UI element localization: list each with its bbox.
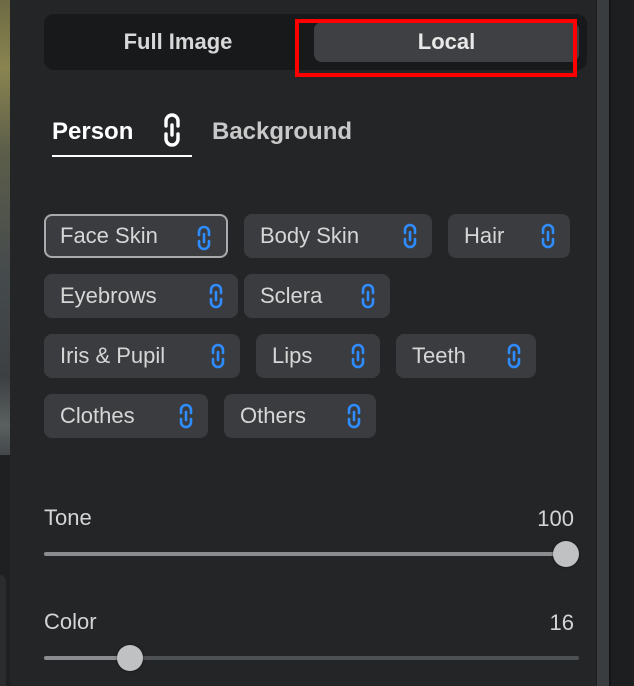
region-chip-label: Teeth — [412, 343, 466, 368]
region-chip-lips[interactable]: Lips — [256, 334, 380, 378]
link-icon[interactable] — [348, 343, 368, 375]
region-chip-teeth[interactable]: Teeth — [396, 334, 536, 378]
link-icon[interactable] — [358, 283, 378, 315]
region-chip-label: Lips — [272, 343, 313, 368]
link-icon[interactable] — [344, 403, 364, 435]
link-icon[interactable] — [206, 283, 226, 315]
region-chip-others[interactable]: Others — [224, 394, 376, 438]
region-chip-label: Sclera — [260, 283, 323, 308]
tone-label: Tone — [44, 505, 92, 530]
region-chip-iris-pupil[interactable]: Iris & Pupil — [44, 334, 240, 378]
region-chip-face-skin[interactable]: Face Skin — [44, 214, 228, 258]
right-scroll-rail — [596, 0, 634, 686]
tone-slider-thumb[interactable] — [553, 541, 579, 567]
adjustment-panel: Full Image Local Person Background Face … — [10, 0, 596, 686]
color-slider-track[interactable] — [44, 645, 579, 671]
scrollbar[interactable] — [597, 0, 609, 686]
tab-person-label: Person — [52, 118, 134, 145]
region-chip-label: Iris & Pupil — [60, 343, 166, 368]
color-label: Color — [44, 609, 97, 634]
region-chip-eyebrows[interactable]: Eyebrows — [44, 274, 238, 318]
color-value: 16 — [549, 610, 574, 635]
color-slider-thumb[interactable] — [117, 645, 143, 671]
region-chip-label: Body Skin — [260, 223, 360, 248]
tone-value: 100 — [537, 506, 574, 531]
region-chip-clothes[interactable]: Clothes — [44, 394, 208, 438]
link-icon[interactable] — [194, 225, 214, 257]
region-chip-hair[interactable]: Hair — [448, 214, 570, 258]
full-image-button[interactable]: Full Image — [44, 22, 312, 62]
region-chip-label: Face Skin — [60, 223, 158, 248]
region-chip-label: Clothes — [60, 403, 135, 428]
photo-preview-edge — [0, 0, 10, 686]
region-chip-label: Others — [240, 403, 307, 428]
tone-slider-track[interactable] — [44, 541, 579, 567]
local-button[interactable]: Local — [314, 22, 579, 62]
link-icon[interactable] — [208, 343, 228, 375]
region-chip-label: Hair — [464, 223, 505, 248]
mode-toggle: Full Image Local — [44, 14, 587, 70]
link-icon[interactable] — [176, 403, 196, 435]
tone-slider-fill — [44, 552, 579, 556]
link-icon[interactable] — [156, 110, 188, 157]
region-chip-body-skin[interactable]: Body Skin — [244, 214, 432, 258]
link-icon[interactable] — [538, 223, 558, 255]
rail-divider — [609, 0, 611, 686]
link-icon[interactable] — [400, 223, 420, 255]
tab-person[interactable]: Person — [52, 108, 192, 158]
link-icon[interactable] — [504, 343, 524, 375]
tab-person-underline — [52, 155, 192, 157]
region-chip-label: Eyebrows — [60, 283, 157, 308]
region-chip-sclera[interactable]: Sclera — [244, 274, 390, 318]
thumbnail-edge — [0, 575, 6, 686]
tab-background[interactable]: Background — [212, 118, 352, 146]
